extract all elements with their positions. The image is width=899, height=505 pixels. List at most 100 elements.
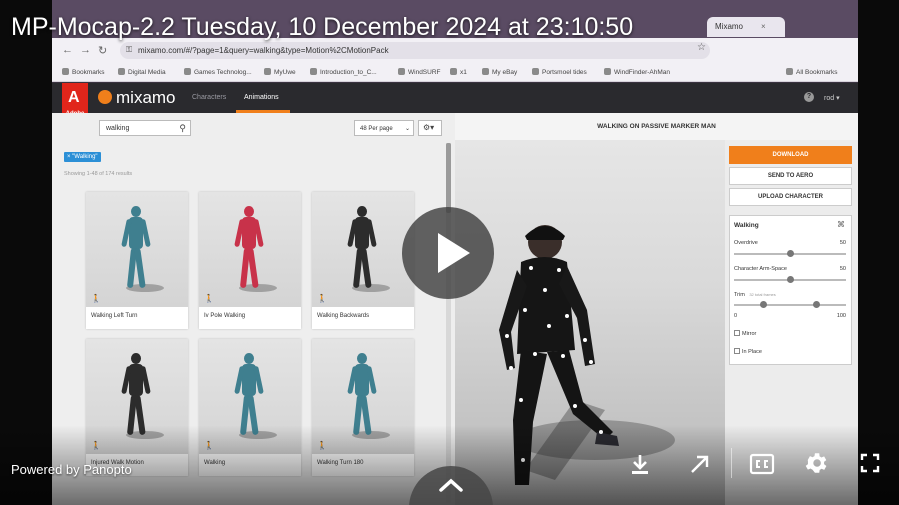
- video-title: MP-Mocap-2.2 Tuesday, 10 December 2024 a…: [11, 13, 634, 41]
- results-count: Showing 1-48 of 174 results: [64, 171, 133, 177]
- trim-label: Trim: [734, 292, 745, 298]
- per-page-value: 48 Per page: [360, 126, 393, 132]
- controls-divider: [731, 448, 732, 478]
- animation-card[interactable]: 🚶 Walking Backwards: [312, 192, 414, 329]
- in-place-checkbox[interactable]: In Place: [734, 348, 762, 355]
- powered-by-panopto[interactable]: Powered by Panopto: [11, 462, 132, 477]
- scrollbar-thumb[interactable]: [446, 143, 451, 213]
- walking-icon: 🚶: [91, 294, 101, 303]
- animation-label: Walking Backwards: [317, 313, 370, 319]
- gear-icon[interactable]: ⚙▾: [418, 120, 442, 136]
- send-to-aero-button[interactable]: SEND TO AERO: [729, 167, 852, 185]
- user-name: rod: [824, 95, 835, 102]
- trim-range: 0 100: [734, 313, 846, 319]
- character-figure: [121, 206, 151, 290]
- settings-title: Walking: [734, 222, 759, 229]
- animation-settings: Walking ⌘ Overdrive 50 Character Arm-Spa…: [729, 215, 852, 365]
- bookmark-item[interactable]: Digital Media: [118, 68, 166, 76]
- per-page-select[interactable]: 48 Per page ⌄: [354, 120, 414, 136]
- tab-animations[interactable]: Animations: [244, 94, 279, 101]
- close-icon[interactable]: ×: [761, 22, 766, 31]
- viewport-title: WALKING ON PASSIVE MARKER MAN: [455, 113, 858, 140]
- slider-knob[interactable]: [786, 276, 794, 283]
- checkbox-icon[interactable]: [734, 348, 740, 354]
- trim-subtitle: 32 total frames: [749, 292, 776, 297]
- overdrive-label: Overdrive: [734, 240, 758, 246]
- close-icon[interactable]: ⌘: [837, 220, 845, 229]
- star-icon[interactable]: ☆: [697, 42, 706, 53]
- bookmark-item[interactable]: WindSURF: [398, 68, 441, 76]
- slider-knob[interactable]: [786, 250, 794, 257]
- trim-min: 0: [734, 313, 738, 319]
- mixamo-mark-icon: [98, 90, 112, 104]
- url-field[interactable]: ⚿ mixamo.com/#/?page=1&query=walking&typ…: [120, 42, 710, 59]
- search-value: walking: [106, 125, 130, 132]
- arm-space-slider[interactable]: [734, 276, 846, 283]
- arm-space-row: Character Arm-Space 50: [734, 266, 846, 272]
- bookmark-item[interactable]: MyUwe: [264, 68, 296, 76]
- trim-slider[interactable]: [734, 301, 846, 308]
- animation-thumbnail[interactable]: 🚶: [199, 192, 301, 307]
- bookmark-item[interactable]: Games Technolog...: [184, 68, 252, 76]
- slider-knob[interactable]: [812, 301, 820, 308]
- help-icon[interactable]: ?: [804, 92, 814, 102]
- character-figure: [234, 206, 264, 290]
- animation-label: Iv Pole Walking: [204, 313, 246, 319]
- animation-card[interactable]: 🚶 Iv Pole Walking: [199, 192, 301, 329]
- trim-row: Trim 32 total frames: [734, 292, 846, 298]
- all-bookmarks[interactable]: All Bookmarks: [786, 68, 838, 76]
- download-icon[interactable]: [628, 452, 652, 476]
- animation-thumbnail[interactable]: 🚶: [312, 192, 414, 307]
- overdrive-slider[interactable]: [734, 250, 846, 257]
- search-icon[interactable]: ⚲: [179, 123, 186, 134]
- arrow-up-right-icon[interactable]: [688, 452, 712, 476]
- character-figure: [347, 206, 377, 290]
- mirror-label: Mirror: [742, 331, 757, 337]
- bookmark-item[interactable]: Portsmoel tides: [532, 68, 587, 76]
- animation-label: Walking Left Turn: [91, 313, 138, 319]
- play-icon[interactable]: [402, 207, 494, 299]
- bookmark-item[interactable]: Introduction_to_C...: [310, 68, 377, 76]
- slider-knob[interactable]: [760, 301, 768, 308]
- tab-label: Mixamo: [715, 22, 744, 31]
- gear-icon[interactable]: [803, 450, 829, 476]
- chevron-up-icon: [439, 478, 463, 492]
- user-menu[interactable]: rod ▾: [824, 94, 840, 102]
- upload-character-button[interactable]: UPLOAD CHARACTER: [729, 188, 852, 206]
- bookmark-item[interactable]: Bookmarks: [62, 68, 105, 76]
- animation-card[interactable]: 🚶 Walking Left Turn: [86, 192, 188, 329]
- walking-icon: 🚶: [204, 294, 214, 303]
- bookmark-item[interactable]: x1: [450, 68, 467, 76]
- overdrive-row: Overdrive 50: [734, 240, 846, 246]
- mixamo-brand: mixamo: [116, 88, 176, 107]
- video-player: Mixamo × ← → ↻ ⚿ mixamo.com/#/?page=1&que…: [0, 0, 899, 505]
- expand-controls[interactable]: [409, 466, 493, 505]
- trim-max: 100: [836, 313, 846, 319]
- tab-characters[interactable]: Characters: [192, 94, 226, 101]
- bookmark-item[interactable]: WindFinder-AhMan: [604, 68, 670, 76]
- bookmarks-bar: Bookmarks Digital Media Games Technolog.…: [52, 62, 858, 82]
- reload-icon[interactable]: ↻: [98, 44, 107, 57]
- download-button[interactable]: DOWNLOAD: [729, 146, 852, 164]
- mixamo-logo[interactable]: mixamo: [98, 88, 176, 108]
- overdrive-value: 50: [839, 240, 846, 246]
- animation-thumbnail[interactable]: 🚶: [86, 192, 188, 307]
- back-icon[interactable]: ←: [62, 44, 73, 56]
- mirror-checkbox[interactable]: Mirror: [734, 330, 756, 337]
- url-text: mixamo.com/#/?page=1&query=walking&type=…: [138, 46, 389, 55]
- checkbox-icon[interactable]: [734, 330, 740, 336]
- browser-tab-mixamo[interactable]: Mixamo ×: [707, 17, 785, 37]
- bookmark-item[interactable]: My eBay: [482, 68, 517, 76]
- adobe-mark-icon: A: [68, 89, 80, 106]
- walking-icon: 🚶: [317, 294, 327, 303]
- search-input[interactable]: walking ⚲: [99, 120, 191, 136]
- cc-icon[interactable]: [749, 452, 775, 476]
- chevron-down-icon: ⌄: [404, 126, 410, 132]
- in-place-label: In Place: [742, 349, 762, 355]
- filter-chip[interactable]: × "Walking": [64, 152, 101, 162]
- lock-icon: ⚿: [126, 45, 133, 54]
- fullscreen-icon[interactable]: [860, 453, 880, 473]
- arm-space-value: 50: [839, 266, 846, 272]
- arm-space-label: Character Arm-Space: [734, 266, 787, 272]
- forward-icon[interactable]: →: [80, 44, 91, 56]
